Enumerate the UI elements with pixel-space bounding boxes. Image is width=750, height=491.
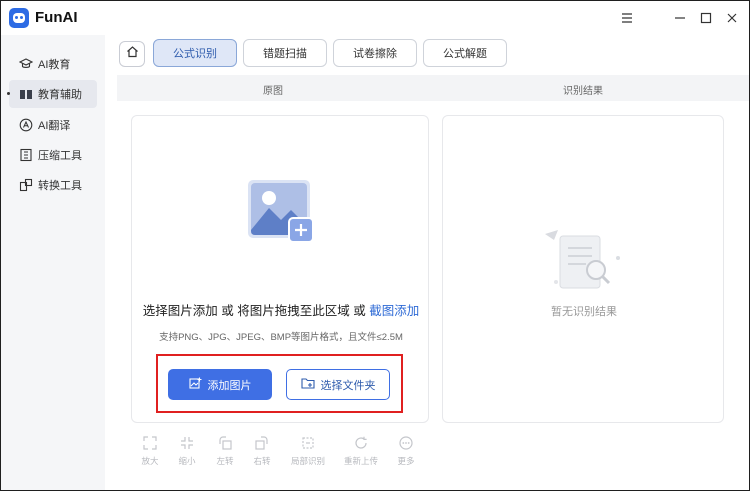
tab-formula-solve[interactable]: 公式解题 <box>423 39 507 67</box>
rotate-right-button[interactable]: 右转 <box>244 433 280 473</box>
rotate-left-icon <box>207 433 243 453</box>
folder-icon <box>300 377 321 392</box>
tab-paper-erase[interactable]: 试卷擦除 <box>333 39 417 67</box>
home-button[interactable] <box>119 41 145 67</box>
empty-result-text: 暂无识别结果 <box>551 306 617 318</box>
sidebar: AI教育 教育辅助 AI翻译 压缩工具 转换工具 <box>1 35 105 490</box>
original-image-header: 原图 <box>263 86 283 97</box>
sidebar-item-label: AI教育 <box>38 59 71 71</box>
partial-recognize-button[interactable]: 局部识别 <box>290 433 326 473</box>
more-button[interactable]: 更多 <box>388 433 424 473</box>
image-upload-illustration-icon <box>245 178 315 246</box>
rotate-left-button[interactable]: 左转 <box>207 433 243 473</box>
compress-icon <box>19 148 33 162</box>
sidebar-item-label: 压缩工具 <box>38 150 82 162</box>
close-icon[interactable] <box>721 7 743 29</box>
partial-recognize-icon <box>290 433 326 453</box>
rotate-right-icon <box>244 433 280 453</box>
add-image-button[interactable]: 添加图片 <box>168 369 272 400</box>
reupload-button[interactable]: 重新上传 <box>343 433 379 473</box>
select-folder-button[interactable]: 选择文件夹 <box>286 369 390 400</box>
maximize-icon[interactable] <box>695 7 717 29</box>
column-header-row: 原图 识别结果 <box>117 75 749 101</box>
more-icon <box>388 433 424 453</box>
add-image-icon <box>188 377 208 393</box>
graduation-cap-icon <box>19 57 33 71</box>
home-icon <box>126 45 139 63</box>
title-bar: FunAI <box>1 1 749 35</box>
screenshot-add-link[interactable]: 截图添加 <box>369 304 419 318</box>
result-header: 识别结果 <box>563 86 603 97</box>
result-panel: 暂无识别结果 <box>442 115 724 423</box>
zoom-out-button[interactable]: 缩小 <box>169 433 205 473</box>
upload-instruction: 选择图片添加 或 将图片拖拽至此区域 或 截图添加 <box>142 304 420 318</box>
empty-result-illustration-icon <box>540 224 630 296</box>
app-window: FunAI AI教育 教育辅助 AI翻译 压缩工具 转换工具 公式识别 错题扫描… <box>0 0 750 491</box>
zoom-in-icon <box>132 433 168 453</box>
sidebar-item-label: 教育辅助 <box>38 89 82 101</box>
zoom-out-icon <box>169 433 205 453</box>
book-icon <box>19 87 33 101</box>
sidebar-item-compress[interactable]: 压缩工具 <box>9 141 97 169</box>
tab-wrong-question-scan[interactable]: 错题扫描 <box>243 39 327 67</box>
sidebar-item-ai-translate[interactable]: AI翻译 <box>9 111 97 139</box>
main-content: 公式识别 错题扫描 试卷擦除 公式解题 原图 识别结果 选择图片添加 或 将图片… <box>105 35 749 490</box>
sidebar-item-label: 转换工具 <box>38 180 82 192</box>
translate-icon <box>19 118 33 132</box>
sidebar-item-education-assist[interactable]: 教育辅助 <box>7 80 97 108</box>
sidebar-item-label: AI翻译 <box>38 120 71 132</box>
format-hint: 支持PNG、JPG、JPEG、BMP等图片格式，且文件≤2.5M <box>159 332 403 343</box>
active-indicator <box>7 92 10 95</box>
app-title: FunAI <box>35 9 78 26</box>
zoom-in-button[interactable]: 放大 <box>132 433 168 473</box>
minimize-icon[interactable] <box>669 7 691 29</box>
convert-icon <box>19 178 33 192</box>
app-logo-icon <box>9 8 29 28</box>
menu-icon[interactable] <box>616 7 638 29</box>
reupload-icon <box>343 433 379 453</box>
tab-formula-recognition[interactable]: 公式识别 <box>153 39 237 67</box>
sidebar-item-ai-education[interactable]: AI教育 <box>9 50 97 78</box>
sidebar-item-convert[interactable]: 转换工具 <box>9 171 97 199</box>
